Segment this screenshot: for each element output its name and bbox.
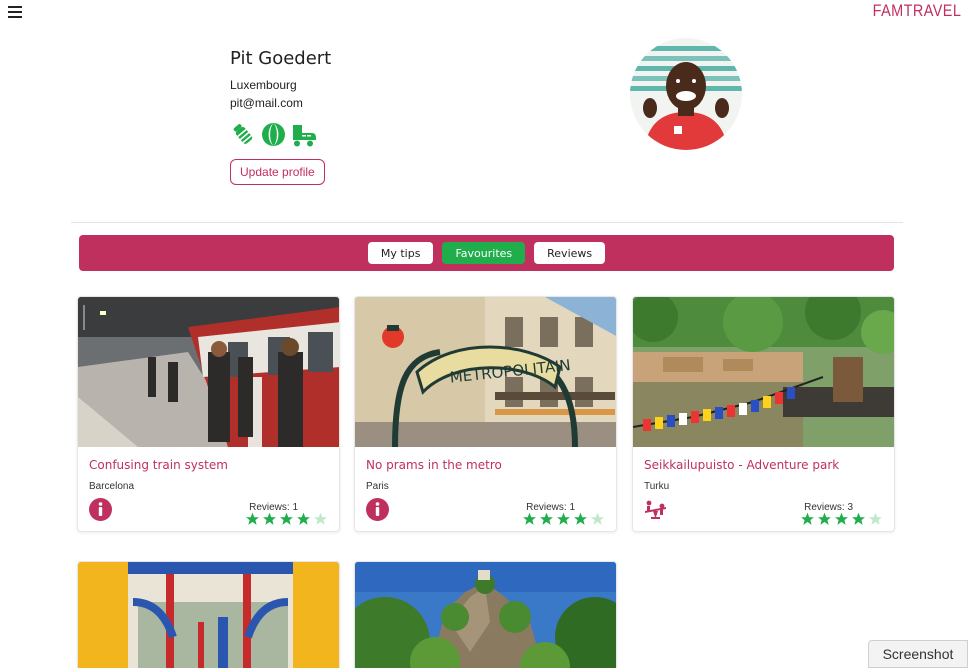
rating-stars [522, 512, 605, 526]
info-icon [89, 498, 112, 521]
seesaw-icon [645, 500, 666, 519]
star-icon [263, 512, 276, 525]
tip-photo-playground [78, 562, 339, 668]
hamburger-icon[interactable] [8, 6, 22, 18]
star-icon [801, 512, 814, 525]
famtravel-logo[interactable]: FAMTRAVEL [872, 1, 961, 21]
tip-photo-metro: METROPOLITAIN [355, 297, 616, 447]
tip-location: Paris [366, 481, 389, 492]
tab-favourites[interactable]: Favourites [442, 242, 526, 264]
tip-location: Turku [644, 481, 670, 492]
star-icon [280, 512, 293, 525]
profile-info: Pit Goedert Luxembourg pit@mail.com Upda… [230, 48, 331, 185]
tab-bar: My tips Favourites Reviews [79, 235, 894, 271]
profile-name: Pit Goedert [230, 48, 332, 69]
baby-bottle-icon [233, 124, 253, 144]
star-icon [818, 512, 831, 525]
tip-card[interactable]: Seikkailupuisto - Adventure park Turku R… [632, 296, 895, 532]
star-icon [523, 512, 536, 525]
tip-location: Barcelona [89, 481, 135, 492]
tip-title[interactable]: No prams in the metro [366, 458, 502, 472]
tip-photo-train [78, 297, 339, 447]
update-profile-button[interactable]: Update profile [230, 159, 325, 185]
divider [71, 222, 903, 223]
star-icon [557, 512, 570, 525]
tip-title[interactable]: Seikkailupuisto - Adventure park [644, 458, 839, 472]
star-icon [574, 512, 587, 525]
tip-card[interactable]: METROPOLITAIN No prams in the metro Pari… [354, 296, 617, 532]
star-icon [297, 512, 310, 525]
avatar [630, 38, 742, 150]
beach-ball-icon [262, 123, 285, 146]
profile-country: Luxembourg [230, 78, 297, 92]
profile-email: pit@mail.com [230, 96, 303, 110]
rating-stars [245, 512, 328, 526]
star-icon [591, 512, 604, 525]
star-icon [246, 512, 259, 525]
tip-card[interactable]: Confusing train system Barcelona Reviews… [77, 296, 340, 532]
screenshot-button[interactable]: Screenshot [868, 640, 968, 668]
tip-card[interactable] [77, 561, 340, 668]
tip-photo-rock-park [355, 562, 616, 668]
interest-icons [230, 122, 331, 147]
roller-skate-icon [293, 125, 316, 147]
star-icon [540, 512, 553, 525]
star-icon [869, 512, 882, 525]
rating-stars [800, 512, 883, 526]
info-icon [366, 498, 389, 521]
tip-title[interactable]: Confusing train system [89, 458, 228, 472]
tip-card[interactable] [354, 561, 617, 668]
tip-photo-park [633, 297, 894, 447]
tab-reviews[interactable]: Reviews [534, 242, 606, 264]
star-icon [835, 512, 848, 525]
star-icon [852, 512, 865, 525]
tab-my-tips[interactable]: My tips [367, 242, 434, 264]
star-icon [314, 512, 327, 525]
